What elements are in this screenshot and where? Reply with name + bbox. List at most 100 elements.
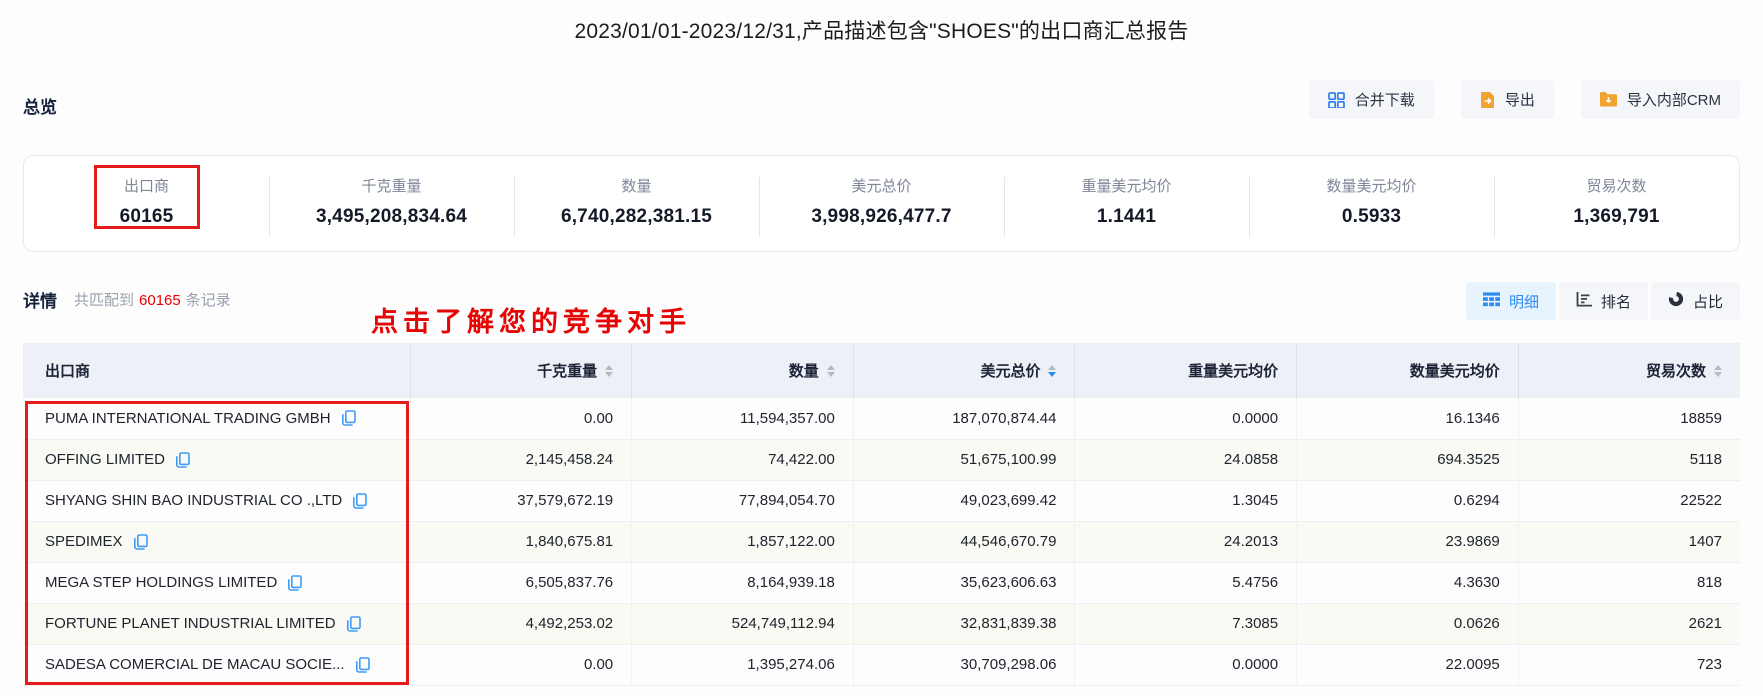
column-label: 贸易次数 xyxy=(1645,363,1706,380)
sort-carets-icon[interactable] xyxy=(1048,364,1057,378)
cell-usd_total: 35,623,606.63 xyxy=(853,562,1076,604)
toolbar: 合并下载 导出 导入内部CRM xyxy=(1308,80,1740,119)
stat-value: 0.5933 xyxy=(1341,206,1402,227)
copy-icon[interactable] xyxy=(287,574,303,591)
view-toggle: 明细 排名 占比 xyxy=(1465,282,1740,320)
annotation-competitors-text: 点击了解您的竞争对手 xyxy=(371,307,691,338)
exporter-name[interactable]: SPEDIMEX xyxy=(45,533,123,550)
copy-icon[interactable] xyxy=(175,451,190,468)
column-header-trade_count[interactable]: 贸易次数 xyxy=(1518,343,1740,398)
column-label: 重量美元均价 xyxy=(1188,363,1279,380)
column-header-kg_weight[interactable]: 千克重量 xyxy=(410,343,633,398)
view-label: 占比 xyxy=(1692,293,1723,311)
view-button-proportion[interactable]: 占比 xyxy=(1650,282,1740,320)
cell-usd_total: 51,675,100.99 xyxy=(853,439,1076,481)
cell-usd_per_kg: 0.0000 xyxy=(1074,398,1298,440)
view-button-detail[interactable]: 明细 xyxy=(1465,282,1556,320)
cell-usd_total: 49,023,699.42 xyxy=(853,480,1076,522)
exporter-name[interactable]: MEGA STEP HOLDINGS LIMITED xyxy=(45,574,277,591)
table-row: SPEDIMEX 1,840,675.81 1,857,122.00 44,546,6… xyxy=(23,521,1740,563)
sort-carets-icon[interactable] xyxy=(1714,364,1722,378)
cell-trade_count: 18859 xyxy=(1518,398,1740,440)
copy-icon[interactable] xyxy=(341,410,356,427)
export-document-icon xyxy=(1480,91,1495,108)
page-title: 2023/01/01-2023/12/31,产品描述包含"SHOES"的出口商汇… xyxy=(574,20,1189,43)
stat-千克重量: 千克重量 3,495,208,834.64 xyxy=(269,175,514,237)
exporter-name[interactable]: FORTUNE PLANET INDUSTRIAL LIMITED xyxy=(45,615,336,632)
cell-trade_count: 2621 xyxy=(1518,603,1740,645)
import-crm-button[interactable]: 导入内部CRM xyxy=(1580,80,1740,119)
cell-usd_per_qty: 23.9869 xyxy=(1296,521,1519,563)
cell-exporter: SPEDIMEX xyxy=(23,521,411,563)
exporters-table: 出口商 千克重量 数量 美元总价 重量美元均价 数量美元均价 贸易次数 PUMA INTER… xyxy=(23,343,1740,686)
cell-exporter: OFFING LIMITED xyxy=(23,439,411,481)
cell-usd_per_kg: 7.3085 xyxy=(1074,603,1298,645)
stat-美元总价: 美元总价 3,998,926,477.7 xyxy=(759,175,1004,237)
cell-quantity: 74,422.00 xyxy=(631,439,854,481)
cell-usd_total: 30,709,298.06 xyxy=(853,644,1076,686)
import-folder-icon xyxy=(1599,92,1617,107)
cell-usd_per_qty: 22.0095 xyxy=(1296,644,1519,686)
stat-出口商: 出口商 60165 xyxy=(24,165,269,229)
stat-value: 60165 xyxy=(119,206,174,227)
stat-value: 1.1441 xyxy=(1096,206,1157,227)
column-header-usd_total[interactable]: 美元总价 xyxy=(853,343,1076,398)
stat-label: 出口商 xyxy=(123,178,169,195)
copy-icon[interactable] xyxy=(355,656,370,673)
cell-quantity: 524,749,112.94 xyxy=(631,603,854,645)
overview-heading: 总览 xyxy=(23,98,57,117)
stat-value: 3,998,926,477.7 xyxy=(811,206,952,227)
cell-usd_total: 187,070,874.44 xyxy=(853,398,1076,440)
table-row: SHYANG SHIN BAO INDUSTRIAL CO .,LTD 37,57… xyxy=(23,480,1740,522)
sort-carets-icon[interactable] xyxy=(826,364,835,378)
copy-icon[interactable] xyxy=(133,533,148,550)
exporter-name[interactable]: OFFING LIMITED xyxy=(45,451,165,468)
column-label: 数量 xyxy=(788,363,819,380)
column-label: 千克重量 xyxy=(537,363,598,380)
column-header-exporter: 出口商 xyxy=(23,343,411,398)
cell-usd_per_qty: 16.1346 xyxy=(1296,398,1519,440)
column-header-usd_per_qty: 数量美元均价 xyxy=(1296,343,1519,398)
merge-grid-icon xyxy=(1327,91,1345,108)
sort-carets-icon[interactable] xyxy=(605,364,614,378)
column-header-quantity[interactable]: 数量 xyxy=(631,343,854,398)
table-row: OFFING LIMITED 2,145,458.24 74,422.00 51,67… xyxy=(23,439,1740,481)
exporter-name[interactable]: SADESA COMERCIAL DE MACAU SOCIE... xyxy=(45,656,345,673)
match-count: 60165 xyxy=(139,292,181,309)
copy-icon[interactable] xyxy=(352,492,368,509)
cell-kg_weight: 37,579,672.19 xyxy=(410,480,633,522)
cell-trade_count: 1407 xyxy=(1518,521,1740,563)
copy-icon[interactable] xyxy=(346,615,361,632)
column-label: 出口商 xyxy=(45,363,91,380)
cell-usd_per_kg: 0.0000 xyxy=(1074,644,1298,686)
cell-quantity: 1,857,122.00 xyxy=(631,521,854,563)
cell-kg_weight: 4,492,253.02 xyxy=(410,603,633,645)
view-label: 明细 xyxy=(1508,293,1539,311)
cell-trade_count: 818 xyxy=(1518,562,1740,604)
stat-label: 数量 xyxy=(621,178,652,195)
exporter-name[interactable]: PUMA INTERNATIONAL TRADING GMBH xyxy=(45,410,331,427)
cell-kg_weight: 6,505,837.76 xyxy=(410,562,633,604)
export-button[interactable]: 导出 xyxy=(1460,80,1554,119)
stat-贸易次数: 贸易次数 1,369,791 xyxy=(1494,175,1739,237)
exporter-name[interactable]: SHYANG SHIN BAO INDUSTRIAL CO .,LTD xyxy=(45,492,342,509)
column-label: 数量美元均价 xyxy=(1409,363,1500,380)
table-row: PUMA INTERNATIONAL TRADING GMBH 0.00 11,59… xyxy=(23,398,1740,440)
cell-usd_per_kg: 24.2013 xyxy=(1074,521,1298,563)
cell-quantity: 1,395,274.06 xyxy=(631,644,854,686)
stat-value: 1,369,791 xyxy=(1573,206,1660,227)
cell-exporter: FORTUNE PLANET INDUSTRIAL LIMITED xyxy=(23,603,411,645)
view-label: 排名 xyxy=(1600,293,1631,311)
table-icon xyxy=(1482,291,1500,311)
cell-exporter: SHYANG SHIN BAO INDUSTRIAL CO .,LTD xyxy=(23,480,411,522)
column-header-usd_per_kg: 重量美元均价 xyxy=(1074,343,1298,398)
cell-usd_per_qty: 0.6294 xyxy=(1296,480,1519,522)
table-header-row: 出口商 千克重量 数量 美元总价 重量美元均价 数量美元均价 贸易次数 xyxy=(23,343,1740,398)
table-row: MEGA STEP HOLDINGS LIMITED 6,505,837.76 8,… xyxy=(23,562,1740,604)
cell-usd_per_qty: 4.3630 xyxy=(1296,562,1519,604)
merge-download-label: 合并下载 xyxy=(1354,92,1415,109)
cell-exporter: SADESA COMERCIAL DE MACAU SOCIE... xyxy=(23,644,411,686)
merge-download-button[interactable]: 合并下载 xyxy=(1308,80,1434,119)
view-button-ranking[interactable]: 排名 xyxy=(1558,282,1648,320)
stat-label: 贸易次数 xyxy=(1586,178,1647,195)
